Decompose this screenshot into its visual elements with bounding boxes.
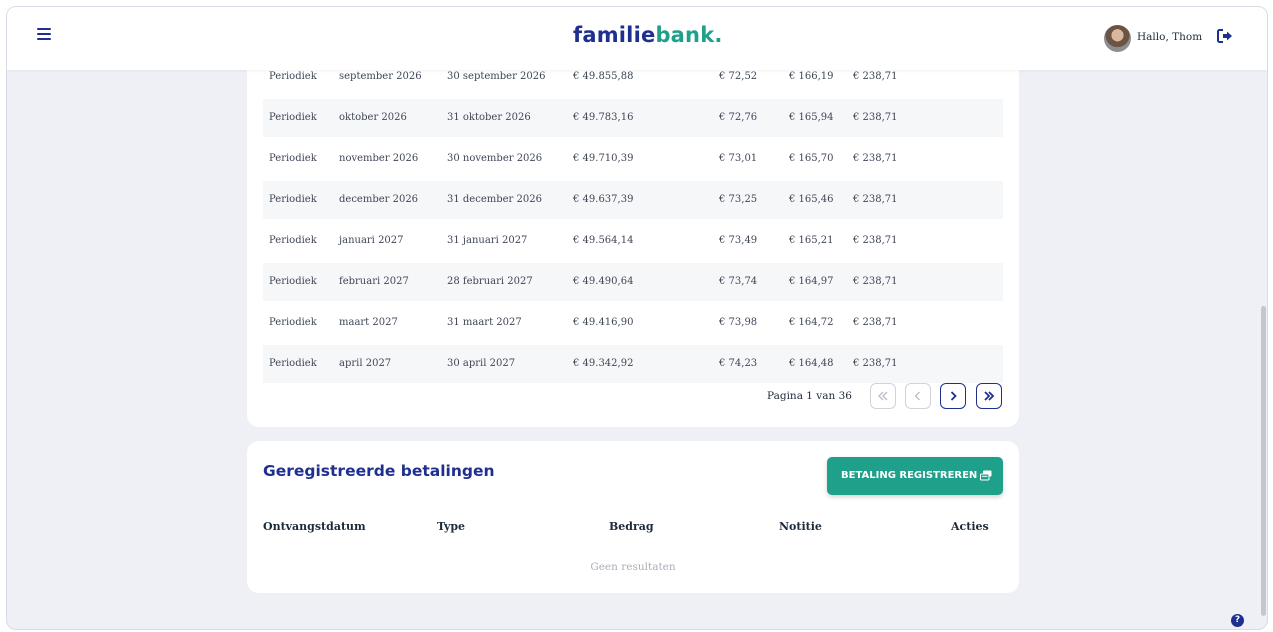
table-cell: december 2026 [339,194,419,205]
table-cell: € 49.490,64 [573,276,634,287]
table-cell: Periodiek [269,71,317,82]
table-cell: € 73,74 [719,276,758,287]
last-page-button[interactable] [976,383,1002,409]
table-row: Periodiek april 2027 30 april 2027 € 49.342… [263,345,1003,383]
table-cell: april 2027 [339,358,392,369]
vertical-scrollbar[interactable] [1261,306,1266,616]
last-page-icon [984,391,995,401]
table-cell: € 238,71 [853,276,898,287]
next-page-button[interactable] [940,383,966,409]
table-cell: € 72,52 [719,71,758,82]
table-cell: € 49.637,39 [573,194,634,205]
table-cell: 31 december 2026 [447,194,542,205]
table-cell: maart 2027 [339,317,398,328]
table-cell: € 74,23 [719,358,758,369]
table-cell: € 73,01 [719,153,758,164]
table-cell: € 238,71 [853,112,898,123]
app-window: Periodiek september 2026 30 september 2026… [6,6,1268,630]
table-cell: 31 januari 2027 [447,235,528,246]
empty-state-text: Geen resultaten [590,561,676,573]
table-cell: februari 2027 [339,276,409,287]
table-cell: € 165,70 [789,153,834,164]
first-page-button[interactable] [870,383,896,409]
table-cell: € 72,76 [719,112,758,123]
next-page-icon [950,391,957,401]
help-icon[interactable]: ? [1231,614,1244,627]
table-cell: 30 september 2026 [447,71,546,82]
first-page-icon [878,391,888,401]
table-cell: € 238,71 [853,235,898,246]
page-content: Periodiek september 2026 30 september 2026… [7,7,1267,629]
table-cell: Periodiek [269,153,317,164]
table-cell: € 164,97 [789,276,834,287]
register-payment-label: BETALING REGISTREREN [841,470,978,481]
table-cell: € 49.564,14 [573,235,634,246]
table-cell: € 49.342,92 [573,358,634,369]
column-acties: Acties [951,520,989,533]
table-cell: € 164,48 [789,358,834,369]
table-cell: 30 april 2027 [447,358,516,369]
payment-icon [980,470,992,481]
column-ontvangstdatum[interactable]: Ontvangstdatum [263,520,366,533]
table-row: Periodiek februari 2027 28 februari 2027 € … [263,263,1003,301]
table-cell: € 165,94 [789,112,834,123]
top-header: familiebank. Hallo, Thom [7,7,1267,70]
table-row: Periodiek maart 2027 31 maart 2027 € 49.416… [263,304,1003,342]
pagination-info: Pagina 1 van 36 [767,390,852,402]
table-cell: € 49.855,88 [573,71,634,82]
table-cell: € 73,98 [719,317,758,328]
table-row: Periodiek oktober 2026 31 oktober 2026 € 49… [263,99,1003,137]
table-cell: € 164,72 [789,317,834,328]
table-cell: € 238,71 [853,153,898,164]
payments-card: Geregistreerde betalingen BETALING REGIS… [247,441,1019,593]
table-cell: 31 maart 2027 [447,317,522,328]
table-cell: november 2026 [339,153,419,164]
table-cell: januari 2027 [339,235,404,246]
table-cell: € 238,71 [853,71,898,82]
table-cell: € 238,71 [853,358,898,369]
table-cell: € 49.783,16 [573,112,634,123]
table-cell: 30 november 2026 [447,153,543,164]
table-cell: € 73,49 [719,235,758,246]
table-cell: Periodiek [269,317,317,328]
table-cell: Periodiek [269,112,317,123]
table-row: Periodiek november 2026 30 november 2026 € … [263,140,1003,178]
column-bedrag[interactable]: Bedrag [609,520,654,533]
column-type[interactable]: Type [437,520,465,533]
table-cell: € 49.710,39 [573,153,634,164]
table-cell: € 238,71 [853,194,898,205]
table-row: Periodiek december 2026 31 december 2026 € … [263,181,1003,219]
table-cell: september 2026 [339,71,422,82]
previous-page-button[interactable] [905,383,931,409]
logout-icon[interactable] [1217,29,1233,43]
table-cell: € 166,19 [789,71,834,82]
previous-page-icon [914,391,920,401]
table-cell: 28 februari 2027 [447,276,533,287]
menu-icon[interactable] [37,28,51,41]
payments-title: Geregistreerde betalingen [263,462,495,480]
table-cell: oktober 2026 [339,112,407,123]
table-cell: Periodiek [269,235,317,246]
table-cell: € 73,25 [719,194,758,205]
table-cell: € 165,46 [789,194,834,205]
column-notitie[interactable]: Notitie [779,520,822,533]
table-row: Periodiek januari 2027 31 januari 2027 € 49… [263,222,1003,260]
register-payment-button[interactable]: BETALING REGISTREREN [827,457,1003,495]
table-cell: € 49.416,90 [573,317,634,328]
logo[interactable]: familiebank. [573,23,723,47]
table-cell: € 165,21 [789,235,834,246]
table-cell: Periodiek [269,276,317,287]
table-cell: € 238,71 [853,317,898,328]
table-cell: Periodiek [269,358,317,369]
table-cell: Periodiek [269,194,317,205]
user-greeting: Hallo, Thom [1137,31,1203,43]
avatar[interactable] [1104,25,1131,52]
table-cell: 31 oktober 2026 [447,112,531,123]
